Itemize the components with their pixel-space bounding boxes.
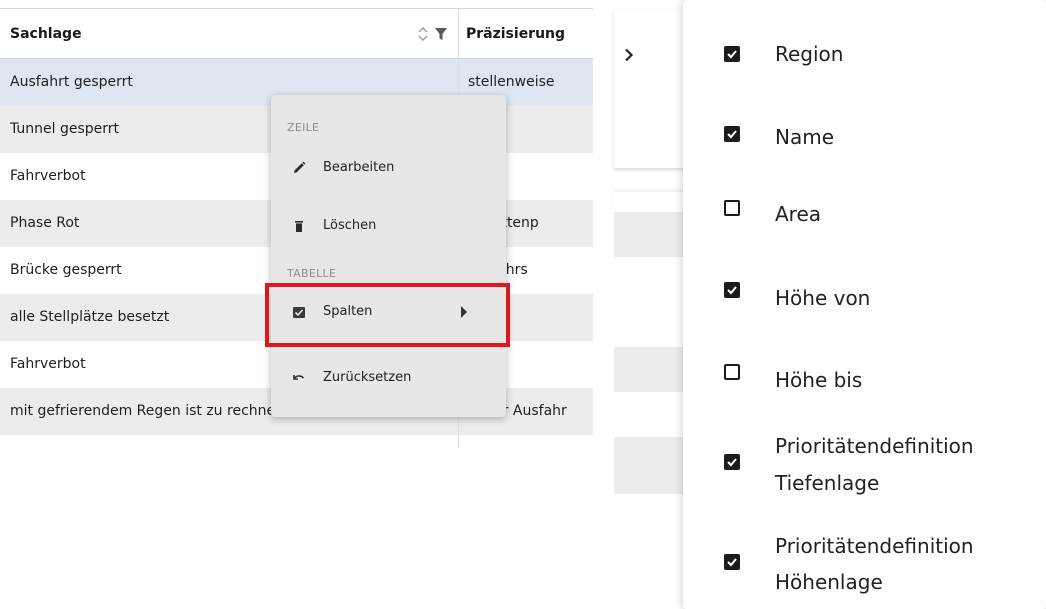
column-header-sachlage[interactable]: Sachlage bbox=[10, 9, 410, 59]
menu-item-label: Bearbeiten bbox=[323, 160, 395, 175]
checkbox[interactable] bbox=[724, 126, 740, 142]
menu-section-row: ZEILE bbox=[287, 121, 320, 134]
column-option-prio-hoehenlage[interactable]: Prioritätendefinition Höhenlage bbox=[683, 530, 1046, 600]
checkbox[interactable] bbox=[724, 282, 740, 298]
checkbox[interactable] bbox=[724, 200, 740, 216]
undo-icon bbox=[293, 375, 305, 380]
checkbox[interactable] bbox=[724, 554, 740, 570]
checkbox[interactable] bbox=[724, 46, 740, 62]
trash-icon bbox=[295, 221, 303, 232]
menu-item-delete[interactable]: Löschen bbox=[271, 206, 506, 246]
option-label: Höhe von bbox=[775, 286, 871, 310]
header-icons bbox=[417, 26, 453, 42]
sort-icon[interactable] bbox=[417, 26, 429, 42]
option-label: Prioritätendefinition bbox=[775, 434, 974, 458]
option-label: Tiefenlage bbox=[775, 471, 880, 495]
column-option-hoehe-von[interactable]: Höhe von bbox=[683, 280, 1046, 320]
highlight-box bbox=[265, 283, 510, 347]
column-option-area[interactable]: Area bbox=[683, 198, 1046, 238]
checkbox[interactable] bbox=[724, 454, 740, 470]
menu-item-reset[interactable]: Zurücksetzen bbox=[271, 358, 506, 398]
filter-icon[interactable] bbox=[434, 27, 448, 41]
chevron-right-icon[interactable] bbox=[624, 48, 634, 62]
menu-item-label: Löschen bbox=[323, 218, 377, 233]
option-label: Höhe bis bbox=[775, 368, 863, 392]
pencil-icon bbox=[294, 161, 306, 173]
table-header: Sachlage Präzisierung bbox=[0, 8, 593, 59]
context-menu: ZEILE Bearbeiten Löschen TABELLE Spalten… bbox=[271, 95, 506, 417]
column-option-prio-tiefenlage[interactable]: Prioritätendefinition Tiefenlage bbox=[683, 430, 1046, 500]
option-label: Höhenlage bbox=[775, 570, 883, 594]
column-option-hoehe-bis[interactable]: Höhe bis bbox=[683, 362, 1046, 402]
option-label: Area bbox=[775, 202, 822, 226]
checkbox[interactable] bbox=[724, 364, 740, 380]
columns-panel: Region Name Area Höhe von Höhe bis Prior… bbox=[683, 0, 1046, 609]
option-label: Prioritätendefinition bbox=[775, 534, 974, 558]
option-label: Name bbox=[775, 125, 835, 149]
column-option-name[interactable]: Name bbox=[683, 117, 1046, 157]
menu-item-label: Zurücksetzen bbox=[323, 370, 412, 385]
column-option-region[interactable]: Region bbox=[683, 34, 1046, 74]
menu-section-table: TABELLE bbox=[287, 267, 337, 280]
option-label: Region bbox=[775, 42, 844, 66]
column-header-praezisierung[interactable]: Präzisierung bbox=[466, 9, 593, 59]
menu-item-edit[interactable]: Bearbeiten bbox=[271, 148, 506, 188]
